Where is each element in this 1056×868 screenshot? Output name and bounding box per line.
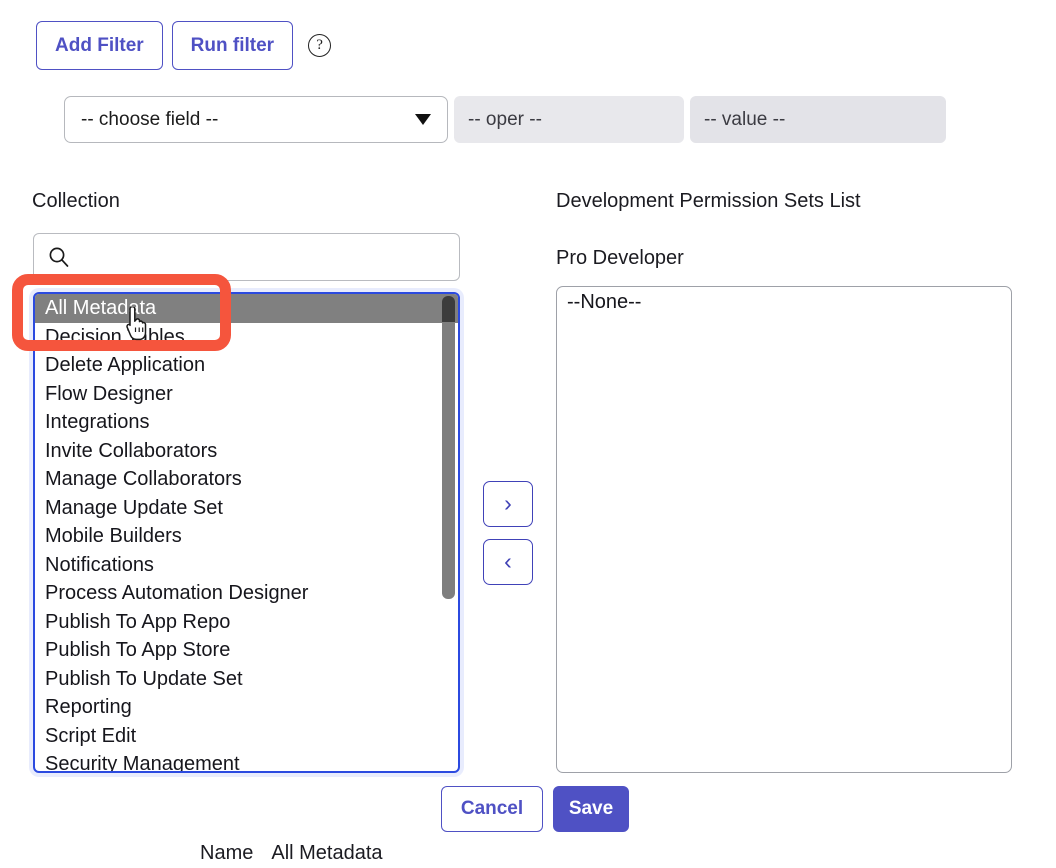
collection-search-input[interactable] [70, 245, 459, 269]
choose-field-value: -- choose field -- [81, 108, 219, 130]
collection-option[interactable]: Integrations [35, 408, 458, 437]
filter-condition-row: -- choose field -- -- oper -- -- value -… [64, 96, 946, 143]
collection-option[interactable]: Reporting [35, 693, 458, 722]
collection-option[interactable]: Script Edit [35, 722, 458, 751]
permission-set-subtitle: Pro Developer [556, 247, 684, 269]
filter-toolbar: Add Filter Run filter ? [36, 21, 332, 70]
collection-options-container: All Metadata Decision Tables Delete Applic… [35, 294, 458, 771]
name-row: Name All Metadata [200, 842, 383, 865]
collection-option[interactable]: Publish To App Store [35, 636, 458, 665]
collection-option[interactable]: Invite Collaborators [35, 437, 458, 466]
collection-option[interactable]: Security Management [35, 750, 458, 771]
selected-permission-option[interactable]: --None-- [557, 287, 1011, 317]
name-value: All Metadata [271, 842, 383, 864]
collection-search-box[interactable] [33, 233, 460, 281]
value-field[interactable]: -- value -- [690, 96, 946, 143]
scrollbar-thumb-top[interactable] [442, 296, 455, 324]
cancel-button[interactable]: Cancel [441, 786, 543, 832]
chevron-down-icon [415, 114, 431, 125]
question-mark-circle-icon[interactable]: ? [308, 34, 332, 57]
permission-sets-list-title: Development Permission Sets List [556, 190, 861, 212]
operator-field[interactable]: -- oper -- [454, 96, 684, 143]
choose-field-select[interactable]: -- choose field -- [64, 96, 448, 143]
collection-option[interactable]: All Metadata [35, 294, 458, 323]
scrollbar-thumb[interactable] [442, 322, 455, 599]
move-right-button[interactable]: › [483, 481, 533, 527]
collection-option[interactable]: Manage Collaborators [35, 465, 458, 494]
collection-listbox[interactable]: All Metadata Decision Tables Delete Applic… [33, 292, 460, 773]
collection-option[interactable]: Manage Update Set [35, 494, 458, 523]
collection-option[interactable]: Publish To App Repo [35, 608, 458, 637]
collection-option[interactable]: Delete Application [35, 351, 458, 380]
move-left-button[interactable]: ‹ [483, 539, 533, 585]
collection-option[interactable]: Process Automation Designer [35, 579, 458, 608]
collection-option[interactable]: Decision Tables [35, 323, 458, 352]
save-button[interactable]: Save [553, 786, 629, 832]
search-icon [48, 246, 70, 268]
run-filter-button[interactable]: Run filter [171, 21, 294, 70]
selected-permissions-listbox[interactable]: --None-- [556, 286, 1012, 773]
transfer-button-group: › ‹ [483, 481, 533, 585]
collection-list-scrollbar[interactable] [442, 296, 455, 769]
collection-label: Collection [32, 190, 120, 212]
add-filter-button[interactable]: Add Filter [36, 21, 163, 70]
dialog-footer: Cancel Save [441, 786, 629, 832]
collection-option[interactable]: Notifications [35, 551, 458, 580]
collection-option[interactable]: Publish To Update Set [35, 665, 458, 694]
collection-option[interactable]: Flow Designer [35, 380, 458, 409]
collection-option[interactable]: Mobile Builders [35, 522, 458, 551]
name-label: Name [200, 842, 254, 864]
